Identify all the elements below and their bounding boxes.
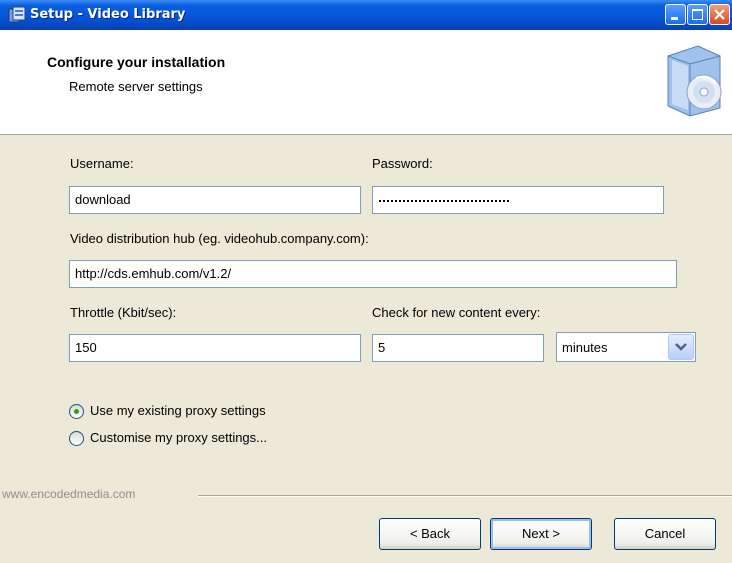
minimize-icon	[671, 17, 678, 20]
chevron-down-icon	[675, 343, 687, 351]
dropdown-button[interactable]	[668, 334, 694, 360]
brand-text: www.encodedmedia.com	[2, 487, 136, 501]
setup-app-icon	[8, 6, 26, 23]
password-field[interactable]	[372, 186, 664, 214]
password-mask	[379, 200, 509, 202]
close-icon	[714, 9, 725, 20]
cancel-button[interactable]: Cancel	[614, 518, 716, 550]
back-button[interactable]: < Back	[379, 518, 481, 550]
radio-selected-dot	[74, 409, 79, 414]
wizard-header: Configure your installation Remote serve…	[0, 30, 732, 135]
footer-divider	[198, 495, 732, 497]
password-label: Password:	[372, 156, 433, 171]
check-interval-field[interactable]: 5	[372, 334, 544, 362]
radio-customise-proxy[interactable]	[69, 431, 84, 446]
installer-disc-icon	[667, 45, 722, 117]
use-existing-proxy-label[interactable]: Use my existing proxy settings	[90, 403, 266, 418]
username-field[interactable]: download	[69, 186, 361, 214]
title-bar[interactable]: Setup - Video Library	[0, 0, 732, 30]
username-label: Username:	[70, 156, 134, 171]
window-title: Setup - Video Library	[30, 7, 186, 22]
hub-label: Video distribution hub (eg. videohub.com…	[70, 231, 369, 246]
page-subtitle: Remote server settings	[69, 79, 203, 94]
setup-window: Setup - Video Library Configure your ins…	[0, 0, 732, 563]
maximize-button[interactable]	[687, 4, 708, 25]
radio-use-existing-proxy[interactable]	[69, 404, 84, 419]
throttle-label: Throttle (Kbit/sec):	[70, 305, 177, 320]
minimize-button[interactable]	[665, 4, 686, 25]
interval-unit-value: minutes	[562, 340, 608, 355]
page-title: Configure your installation	[47, 54, 226, 70]
close-button[interactable]	[709, 4, 730, 25]
hub-url-field[interactable]: http://cds.emhub.com/v1.2/	[69, 260, 677, 288]
customise-proxy-label[interactable]: Customise my proxy settings...	[90, 430, 267, 445]
throttle-field[interactable]: 150	[69, 334, 361, 362]
maximize-icon	[692, 9, 703, 20]
interval-unit-select[interactable]: minutes	[556, 332, 696, 362]
next-button[interactable]: Next >	[490, 518, 592, 550]
check-interval-label: Check for new content every:	[372, 305, 541, 320]
